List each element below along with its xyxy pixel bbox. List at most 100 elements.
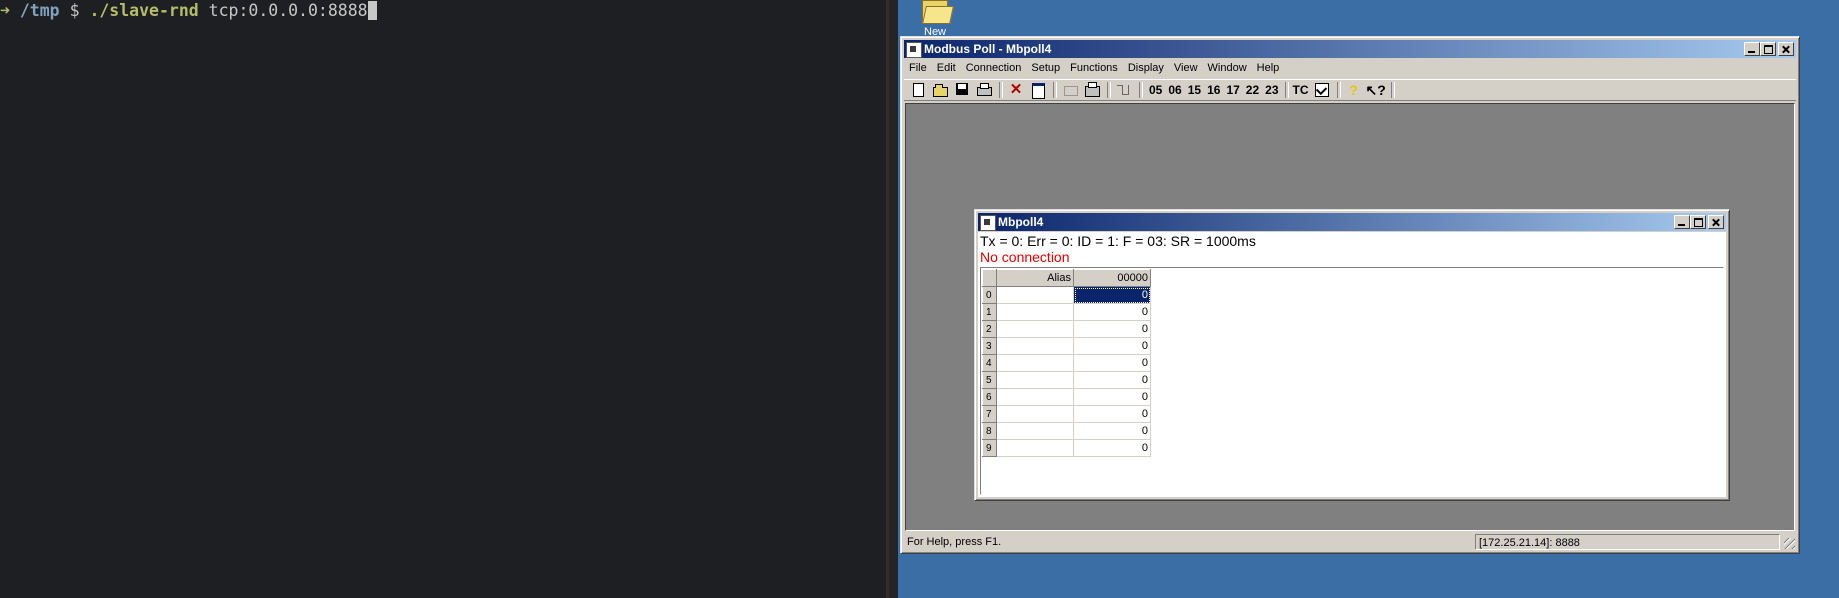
- menu-edit[interactable]: Edit: [932, 59, 961, 77]
- alias-cell[interactable]: [996, 337, 1074, 355]
- statusbar: For Help, press F1. [172.25.21.14]: 8888: [904, 534, 1796, 550]
- new-window-icon[interactable]: [1028, 81, 1048, 99]
- menu-display[interactable]: Display: [1123, 59, 1169, 77]
- menu-view[interactable]: View: [1169, 59, 1203, 77]
- function-23-button[interactable]: 23: [1262, 81, 1281, 99]
- menu-functions[interactable]: Functions: [1065, 59, 1123, 77]
- save-disk-icon[interactable]: [952, 81, 972, 99]
- register-value-cell[interactable]: 0: [1073, 388, 1151, 406]
- child-titlebar[interactable]: Mbpoll4: [978, 213, 1726, 231]
- status-connection-text: [172.25.21.14]: 8888: [1475, 534, 1780, 550]
- app-title: Modbus Poll - Mbpoll4: [924, 42, 1052, 56]
- child-close-button[interactable]: [1708, 215, 1724, 229]
- table-row: 50: [982, 371, 1151, 389]
- resize-grip-icon[interactable]: [1780, 534, 1796, 550]
- menu-connection[interactable]: Connection: [961, 59, 1027, 77]
- register-value-cell[interactable]: 0: [1073, 439, 1151, 457]
- traffic-tc-button[interactable]: TC: [1292, 81, 1310, 99]
- new-document-icon[interactable]: [908, 81, 928, 99]
- mdi-client-area: Mbpoll4 Tx = 0: Err = 0: ID = 1: F = 03:…: [905, 103, 1795, 531]
- row-header[interactable]: 8: [982, 422, 997, 440]
- alias-cell[interactable]: [996, 320, 1074, 338]
- register-value-cell[interactable]: 0: [1073, 422, 1151, 440]
- child-window-icon[interactable]: [980, 215, 996, 231]
- child-minimize-button[interactable]: [1674, 215, 1690, 229]
- table-row: 30: [982, 337, 1151, 355]
- column-header-alias[interactable]: Alias: [996, 269, 1074, 287]
- desktop-folder-icon[interactable]: [920, 0, 954, 24]
- row-header[interactable]: 1: [982, 303, 997, 321]
- print-icon[interactable]: [974, 81, 994, 99]
- register-value-cell[interactable]: 0: [1073, 405, 1151, 423]
- connect-icon[interactable]: [1060, 81, 1080, 99]
- row-header[interactable]: 4: [982, 354, 997, 372]
- prompt-cwd: /tmp: [19, 1, 60, 20]
- register-value-cell[interactable]: 0: [1073, 303, 1151, 321]
- app-icon[interactable]: [906, 42, 922, 58]
- menu-file[interactable]: File: [904, 59, 932, 77]
- table-row: 60: [982, 388, 1151, 406]
- column-header-address[interactable]: 00000: [1073, 269, 1151, 287]
- context-help-icon[interactable]: ↖?: [1366, 81, 1386, 99]
- function-06-button[interactable]: 06: [1165, 81, 1184, 99]
- terminal-pane[interactable]: ➜ /tmp $ ./slave-rnd tcp:0.0.0.0:8888: [0, 0, 886, 598]
- toolbar-separator: [1139, 82, 1143, 98]
- child-maximize-button[interactable]: [1690, 215, 1706, 229]
- register-value-cell[interactable]: 0: [1073, 371, 1151, 389]
- function-22-button[interactable]: 22: [1243, 81, 1262, 99]
- table-row: 40: [982, 354, 1151, 372]
- register-value-cell[interactable]: 0: [1073, 337, 1151, 355]
- close-button[interactable]: [1778, 42, 1794, 56]
- grid-corner[interactable]: [982, 269, 997, 287]
- alias-cell[interactable]: [996, 371, 1074, 389]
- function-16-button[interactable]: 16: [1204, 81, 1223, 99]
- print-setup-icon[interactable]: [1082, 81, 1102, 99]
- row-header[interactable]: 3: [982, 337, 997, 355]
- table-row: 10: [982, 303, 1151, 321]
- menu-window[interactable]: Window: [1203, 59, 1252, 77]
- alias-cell[interactable]: [996, 388, 1074, 406]
- toolbar-separator: [1336, 82, 1341, 98]
- pulse-signal-icon[interactable]: [1114, 81, 1134, 99]
- minimize-button[interactable]: [1744, 42, 1760, 56]
- register-value-cell[interactable]: 0: [1073, 286, 1151, 304]
- terminal-cursor: [367, 1, 377, 20]
- register-grid-area[interactable]: Alias 00000 00102030405060708090: [980, 267, 1724, 495]
- function-17-button[interactable]: 17: [1223, 81, 1242, 99]
- alias-cell[interactable]: [996, 303, 1074, 321]
- mbpoll4-child-window: Mbpoll4 Tx = 0: Err = 0: ID = 1: F = 03:…: [974, 209, 1730, 501]
- row-header[interactable]: 5: [982, 371, 997, 389]
- register-value-cell[interactable]: 0: [1073, 354, 1151, 372]
- child-title: Mbpoll4: [998, 215, 1044, 229]
- alias-cell[interactable]: [996, 405, 1074, 423]
- status-help-text: For Help, press F1.: [907, 536, 1002, 548]
- open-folder-icon[interactable]: [930, 81, 950, 99]
- toolbar-separator: [1284, 82, 1289, 98]
- app-titlebar[interactable]: Modbus Poll - Mbpoll4: [904, 40, 1796, 58]
- maximize-button[interactable]: [1760, 42, 1776, 56]
- terminal-prompt-line: ➜ /tmp $ ./slave-rnd tcp:0.0.0.0:8888: [0, 0, 377, 22]
- row-header[interactable]: 7: [982, 405, 997, 423]
- poll-info-text: Tx = 0: Err = 0: ID = 1: F = 03: SR = 10…: [980, 233, 1256, 249]
- row-header[interactable]: 0: [982, 286, 997, 304]
- menu-setup[interactable]: Setup: [1026, 59, 1065, 77]
- register-value-cell[interactable]: 0: [1073, 320, 1151, 338]
- command-text: ./slave-rnd: [89, 1, 199, 20]
- alias-cell[interactable]: [996, 286, 1074, 304]
- row-header[interactable]: 2: [982, 320, 997, 338]
- alias-cell[interactable]: [996, 439, 1074, 457]
- child-client-area: Tx = 0: Err = 0: ID = 1: F = 03: SR = 10…: [978, 232, 1726, 497]
- function-05-button[interactable]: 05: [1146, 81, 1165, 99]
- menu-help[interactable]: Help: [1252, 59, 1285, 77]
- command-argument: tcp:0.0.0.0:8888: [208, 1, 368, 20]
- trend-chart-icon[interactable]: [1312, 81, 1332, 99]
- alias-cell[interactable]: [996, 354, 1074, 372]
- delete-x-icon[interactable]: ✕: [1006, 81, 1026, 99]
- row-header[interactable]: 6: [982, 388, 997, 406]
- row-header[interactable]: 9: [982, 439, 997, 457]
- pane-gutter: [889, 0, 898, 598]
- help-bulb-icon[interactable]: ?: [1344, 81, 1364, 99]
- function-15-button[interactable]: 15: [1185, 81, 1204, 99]
- prompt-arrow: ➜: [0, 1, 10, 20]
- alias-cell[interactable]: [996, 422, 1074, 440]
